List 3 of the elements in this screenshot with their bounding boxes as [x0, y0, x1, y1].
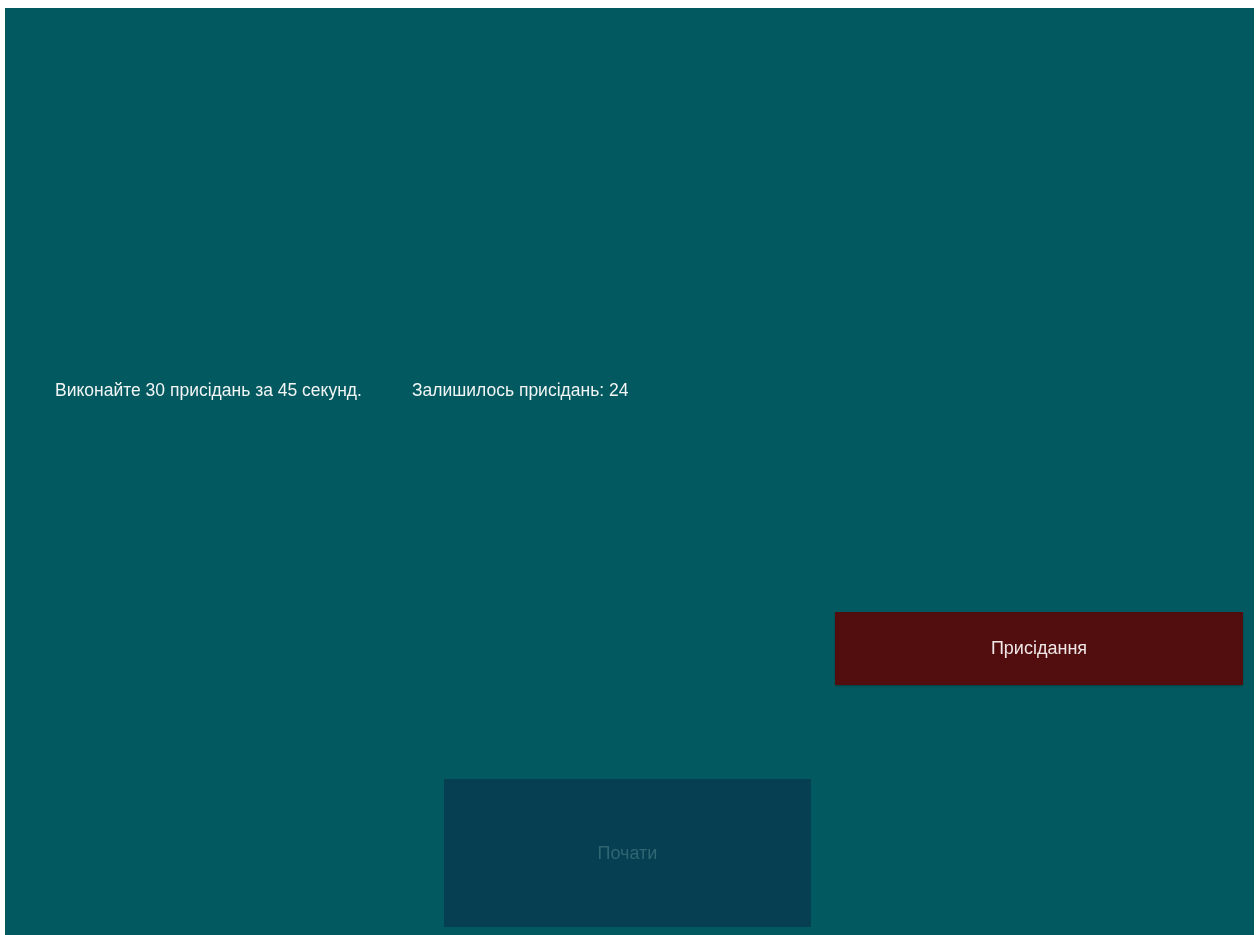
squat-button[interactable]: Присідання [835, 612, 1243, 685]
instruction-text: Виконайте 30 присідань за 45 секунд. [55, 379, 362, 402]
remaining-count-text: Залишилось присідань: 24 [411, 379, 629, 402]
